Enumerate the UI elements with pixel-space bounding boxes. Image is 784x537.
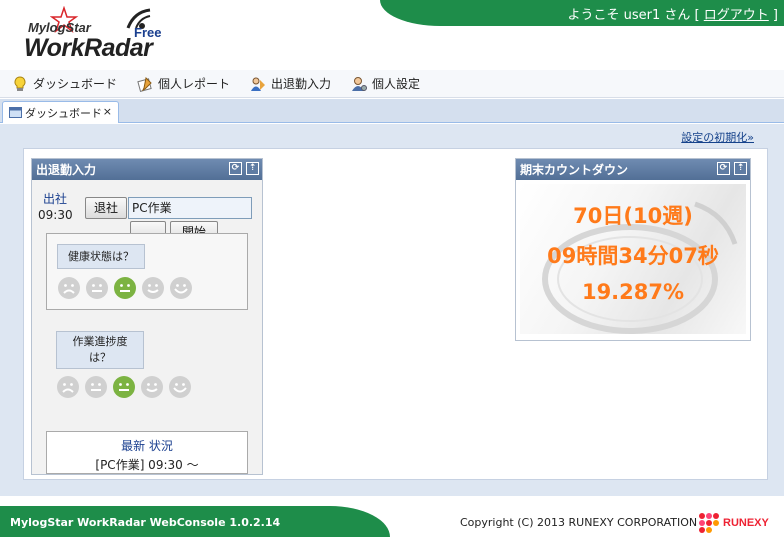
face-good-icon[interactable]	[140, 375, 164, 399]
panel-title: 出退勤入力	[36, 163, 97, 177]
menu-item-dashboard[interactable]: ダッシュボード	[12, 75, 117, 92]
product-version: MylogStar WorkRadar WebConsole 1.0.2.14	[0, 506, 390, 537]
reset-settings-link[interactable]: 設定の初期化»	[681, 129, 754, 145]
countdown-percent: 19.287%	[581, 280, 685, 304]
clock-in-time: 09:30	[38, 208, 73, 222]
copyright: Copyright (C) 2013 RUNEXY CORPORATION	[460, 516, 698, 529]
company-logo: RUNEXY	[698, 512, 769, 534]
greeting-suffix: ]	[772, 8, 778, 23]
clock-in-label: 出社	[43, 192, 68, 206]
menu-label: 出退勤入力	[271, 77, 332, 91]
window-icon	[9, 107, 22, 118]
countdown-time: 09時間34分07秒	[547, 244, 719, 268]
clock-out-button[interactable]: 退社	[85, 197, 127, 219]
attendance-panel: 出退勤入力 ⟳ ⇡ 出社 09:30 退社 PC作業 ... 開始 健康状態は？	[31, 158, 263, 475]
person-settings-icon	[352, 76, 368, 91]
health-group: 健康状態は？	[46, 233, 248, 310]
status-value: [PC作業] 09:30 ～	[95, 458, 199, 472]
menu-label: 個人レポート	[158, 77, 231, 91]
menu-label: 個人設定	[372, 77, 421, 91]
progress-question: 作業進捗度 は？	[56, 331, 144, 369]
tab-strip: ダッシュボード ×	[0, 99, 784, 123]
greeting-prefix: ようこそ user1 さん [	[567, 8, 700, 23]
face-neutral-selected-icon[interactable]	[113, 276, 137, 300]
lightbulb-icon	[14, 75, 26, 91]
countdown-days: 70日(10週)	[573, 204, 693, 228]
dashboard-area: 出退勤入力 ⟳ ⇡ 出社 09:30 退社 PC作業 ... 開始 健康状態は？	[23, 148, 768, 480]
progress-faces	[56, 375, 196, 399]
face-very-good-icon[interactable]	[168, 375, 192, 399]
countdown-body: 70日(10週) 09時間34分07秒 19.287%	[520, 184, 746, 334]
refresh-icon[interactable]: ⟳	[229, 162, 242, 175]
face-very-bad-icon[interactable]	[56, 375, 80, 399]
status-title: 最新 状況	[121, 439, 173, 453]
collapse-icon[interactable]: ⇡	[246, 162, 259, 175]
task-input[interactable]: PC作業	[128, 197, 252, 219]
face-bad-icon[interactable]	[84, 375, 108, 399]
menu-item-personal-settings[interactable]: 個人設定	[351, 75, 420, 92]
progress-question-line2: は？	[89, 351, 111, 364]
attendance-icon	[251, 77, 266, 91]
latest-status-box: 最新 状況 [PC作業] 09:30 ～	[46, 431, 248, 474]
header: MylogStar WorkRadar Free ようこそ user1 さん […	[0, 0, 784, 68]
health-question: 健康状態は？	[57, 244, 145, 269]
main-menu: ダッシュボード 個人レポート 出退勤入力 個人設定	[0, 70, 784, 98]
face-very-good-icon[interactable]	[169, 276, 193, 300]
tab-label: ダッシュボード	[25, 106, 102, 120]
refresh-icon[interactable]: ⟳	[717, 162, 730, 175]
report-icon	[137, 76, 152, 92]
progress-question-line1: 作業進捗度	[72, 335, 128, 348]
runexy-dots-icon	[699, 513, 719, 533]
face-neutral-selected-icon[interactable]	[112, 375, 136, 399]
logo-subtitle: MylogStar	[28, 20, 91, 35]
main-area: 設定の初期化» 出退勤入力 ⟳ ⇡ 出社 09:30 退社 PC作業 ... 開…	[0, 124, 784, 496]
menu-label: ダッシュボード	[33, 77, 118, 91]
countdown-panel: 期末カウントダウン ⟳ ⇡ 70日(10週) 09時間34分07秒 19.287…	[515, 158, 751, 341]
collapse-icon[interactable]: ⇡	[734, 162, 747, 175]
footer: MylogStar WorkRadar WebConsole 1.0.2.14 …	[0, 506, 784, 537]
face-good-icon[interactable]	[141, 276, 165, 300]
attendance-panel-header: 出退勤入力 ⟳ ⇡	[32, 159, 262, 180]
app-logo: MylogStar WorkRadar Free	[22, 6, 172, 66]
menu-item-personal-report[interactable]: 個人レポート	[137, 75, 230, 92]
logout-link[interactable]: ログアウト	[704, 8, 769, 23]
close-tab-icon[interactable]: ×	[103, 105, 112, 118]
user-greeting: ようこそ user1 さん [ ログアウト ]	[568, 4, 778, 23]
face-bad-icon[interactable]	[85, 276, 109, 300]
tab-dashboard[interactable]: ダッシュボード ×	[2, 101, 119, 123]
menu-item-attendance[interactable]: 出退勤入力	[250, 75, 331, 92]
countdown-panel-header: 期末カウントダウン ⟳ ⇡	[516, 159, 750, 180]
company-logo-text: RUNEXY	[723, 517, 769, 529]
panel-title: 期末カウントダウン	[520, 163, 629, 177]
logo-free-badge: Free	[134, 25, 162, 40]
health-faces	[57, 276, 197, 300]
face-very-bad-icon[interactable]	[57, 276, 81, 300]
